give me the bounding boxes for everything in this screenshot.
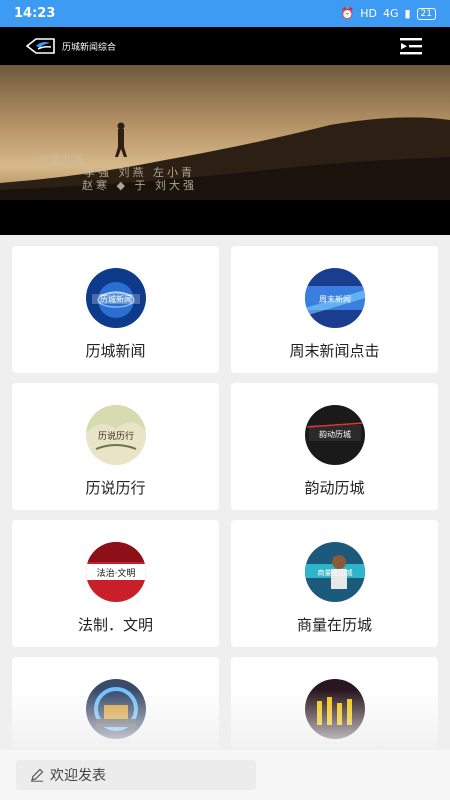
program-thumbnail: 韵动历城 [304, 405, 365, 465]
program-label: 周末新闻点击 [289, 342, 380, 360]
battery-icon: 21 [416, 7, 436, 20]
status-indicators: ⏰ HD 4G ▮ 21 [340, 7, 436, 20]
pencil-icon [31, 768, 44, 782]
subtitle-line: 李强 刘燕 左小青 [84, 166, 195, 179]
program-card-yundong-licheng[interactable]: 韵动历城 韵动历城 [231, 383, 438, 510]
thumb-caption: 法治·文明 [96, 567, 135, 579]
signal-label: 4G [382, 7, 399, 20]
program-thumbnail [85, 679, 146, 739]
status-time: 14:23 [14, 6, 56, 21]
program-thumbnail [304, 679, 365, 739]
channel-logo: 历城新闻综合 [26, 37, 116, 55]
comment-placeholder: 欢迎发表 [50, 768, 106, 784]
program-card-licheng-news[interactable]: 历城新闻 历城新闻 [12, 246, 219, 373]
program-card-shangliang-licheng[interactable]: 商量在历城 商量在历城 [231, 520, 438, 647]
program-card-fazhi-wenming[interactable]: 法治·文明 法制．文明 [12, 520, 219, 647]
comment-input[interactable]: 欢迎发表 [16, 760, 256, 790]
channel-name: 历城新闻综合 [62, 42, 117, 53]
thumb-caption: 韵动历城 [319, 429, 351, 439]
subtitle-line: 赵寒 ◆ 于 刘大强 [82, 179, 197, 192]
status-bar: 14:23 ⏰ HD 4G ▮ 21 [0, 0, 450, 27]
alarm-icon: ⏰ [340, 7, 355, 20]
thumb-caption: 历说历行 [97, 430, 133, 442]
program-label: 法制．文明 [77, 616, 153, 634]
program-label: 韵动历城 [304, 479, 365, 497]
thumb-caption: 周末新闻 [319, 294, 351, 304]
subtitle-line: 友情出演 [38, 153, 82, 166]
program-thumbnail: 法治·文明 [85, 542, 146, 602]
program-thumbnail: 历说历行 [85, 405, 146, 465]
video-player[interactable]: 历城新闻综合 友情出演 李强 刘燕 左小青 赵寒 ◆ 于 刘大强 [0, 27, 450, 235]
program-thumbnail: 历城新闻 [85, 268, 146, 328]
network-label: HD [360, 7, 377, 20]
bottom-bar: 欢迎发表 [0, 750, 450, 800]
program-card-lishuo-lixing[interactable]: 历说历行 历说历行 [12, 383, 219, 510]
video-subtitles: 友情出演 李强 刘燕 左小青 赵寒 ◆ 于 刘大强 [38, 153, 197, 192]
video-frame[interactable]: 友情出演 李强 刘燕 左小青 赵寒 ◆ 于 刘大强 [0, 65, 450, 200]
program-label: 历城新闻 [85, 342, 146, 360]
program-grid: 历城新闻 历城新闻 周末新闻 周末新闻点击 历说历行 历说历行 韵动历城 韵动历… [12, 246, 438, 784]
program-label: 历说历行 [85, 479, 146, 497]
program-label: 商量在历城 [296, 616, 372, 634]
signal-icon: ▮ [404, 7, 411, 20]
thumb-caption: 商量在历城 [317, 568, 352, 577]
playlist-menu-icon[interactable] [400, 37, 424, 55]
program-thumbnail: 商量在历城 [304, 542, 365, 602]
player-top-bar: 历城新闻综合 [0, 27, 450, 65]
channel-logo-icon [26, 38, 55, 54]
program-thumbnail: 周末新闻 [304, 268, 365, 328]
program-card-weekend-news[interactable]: 周末新闻 周末新闻点击 [231, 246, 438, 373]
thumb-caption: 历城新闻 [100, 294, 132, 304]
